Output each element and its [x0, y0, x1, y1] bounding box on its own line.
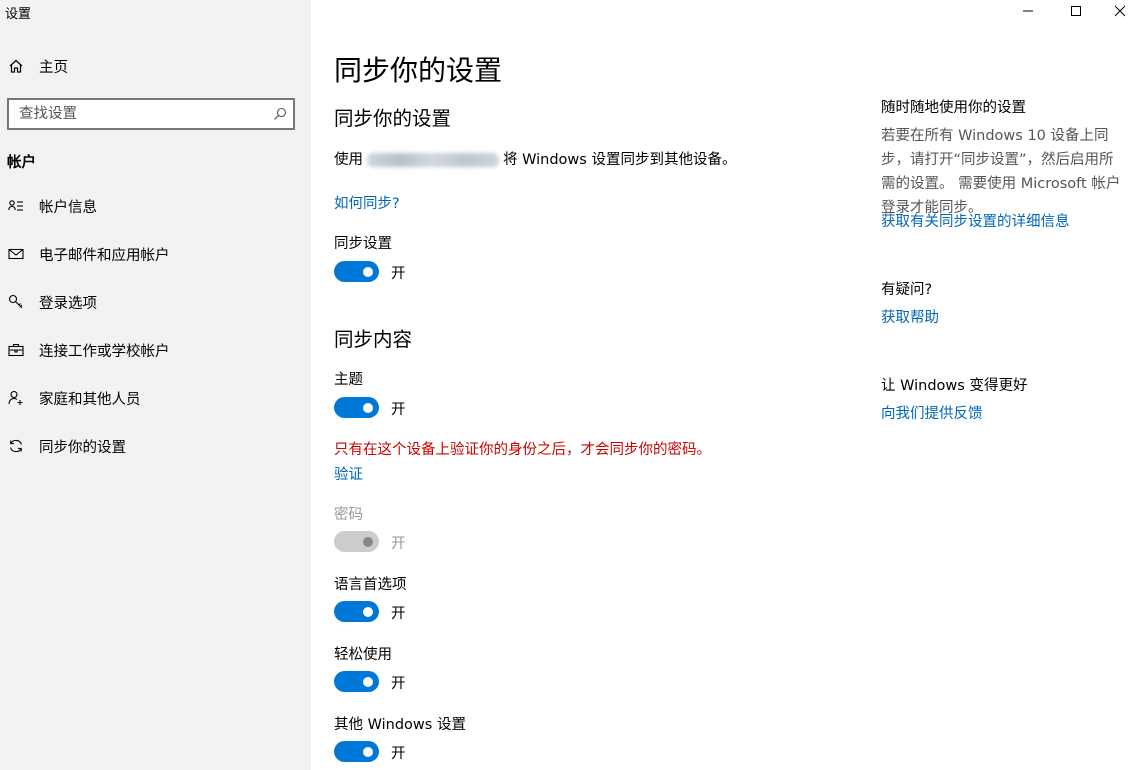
feedback-link[interactable]: 向我们提供反馈 [881, 402, 983, 423]
language-state: 开 [391, 606, 406, 622]
password-warning: 只有在这个设备上验证你的身份之后，才会同步你的密码。 [334, 442, 711, 458]
mail-icon [7, 245, 25, 263]
ease-of-access-toggle[interactable] [334, 671, 379, 692]
sync-desc-prefix: 使用 [334, 152, 363, 168]
password-toggle [334, 531, 379, 552]
sidebar-home[interactable]: 主页 [0, 48, 311, 84]
sidebar-item-family-others[interactable]: 家庭和其他人员 [0, 378, 311, 418]
ease-of-access-label: 轻松使用 [334, 647, 392, 663]
sidebar-item-label: 同步你的设置 [39, 439, 126, 456]
home-icon [7, 57, 25, 75]
sidebar-home-label: 主页 [39, 59, 68, 76]
sync-description: 使用 将 Windows 设置同步到其他设备。 [334, 148, 736, 169]
sync-setting-toggle[interactable] [334, 261, 379, 282]
sync-setting-label: 同步设置 [334, 236, 392, 252]
sidebar-item-label: 帐户信息 [39, 199, 97, 216]
other-settings-state: 开 [391, 746, 406, 762]
sync-desc-suffix: 将 Windows 设置同步到其他设备。 [503, 152, 737, 168]
toggle-knob [363, 536, 373, 547]
anywhere-title: 随时随地使用你的设置 [881, 100, 1026, 116]
blurred-email [367, 153, 499, 167]
sidebar-item-label: 电子邮件和应用帐户 [39, 247, 170, 264]
theme-state: 开 [391, 402, 406, 418]
sidebar-item-sign-in-options[interactable]: 登录选项 [0, 282, 311, 322]
anywhere-text: 若要在所有 Windows 10 设备上同步，请打开“同步设置”，然后启用所需的… [881, 128, 1121, 216]
add-person-icon [7, 389, 25, 407]
toggle-knob [363, 676, 373, 687]
toggle-knob [363, 746, 373, 757]
ease-of-access-state: 开 [391, 676, 406, 692]
account-info-icon [7, 197, 25, 215]
page-title: 同步你的设置 [334, 54, 503, 87]
sidebar-item-sync-settings[interactable]: 同步你的设置 [0, 426, 311, 466]
section-title-account: 帐户 [7, 155, 36, 171]
other-settings-toggle[interactable] [334, 741, 379, 762]
toggle-knob [363, 606, 373, 617]
get-help-link[interactable]: 获取帮助 [881, 306, 939, 327]
toggle-knob [363, 402, 373, 413]
password-label: 密码 [334, 507, 363, 523]
language-label: 语言首选项 [334, 577, 407, 593]
other-settings-label: 其他 Windows 设置 [334, 717, 466, 733]
sidebar-item-work-school[interactable]: 连接工作或学校帐户 [0, 330, 311, 370]
theme-label: 主题 [334, 372, 363, 388]
sidebar-item-account-info[interactable]: 帐户信息 [0, 186, 311, 226]
how-to-sync-link[interactable]: 如何同步? [334, 192, 400, 213]
verify-link[interactable]: 验证 [334, 463, 363, 484]
theme-toggle[interactable] [334, 397, 379, 418]
key-icon [7, 293, 25, 311]
sidebar: 设置 主页 帐户 帐户信息 电子邮件和应用帐户 登录选项 连接 [0, 0, 311, 770]
sync-details-link[interactable]: 获取有关同步设置的详细信息 [881, 210, 1070, 231]
sync-icon [7, 437, 25, 455]
search-input[interactable] [9, 100, 259, 128]
app-title: 设置 [5, 7, 32, 22]
feedback-title: 让 Windows 变得更好 [881, 378, 1028, 394]
sidebar-item-label: 家庭和其他人员 [39, 391, 141, 408]
search-box [7, 98, 295, 130]
toggle-knob [363, 266, 373, 277]
sidebar-item-label: 连接工作或学校帐户 [39, 343, 170, 360]
briefcase-icon [7, 341, 25, 359]
sync-heading: 同步你的设置 [334, 107, 452, 130]
language-toggle[interactable] [334, 601, 379, 622]
sync-setting-state: 开 [391, 266, 406, 282]
main-content: 同步你的设置 同步你的设置 使用 将 Windows 设置同步到其他设备。 如何同… [311, 0, 1136, 770]
sync-content-heading: 同步内容 [334, 328, 413, 351]
question-title: 有疑问? [881, 282, 933, 298]
search-icon[interactable] [270, 104, 290, 124]
sidebar-item-label: 登录选项 [39, 295, 97, 312]
password-state: 开 [391, 536, 406, 552]
sidebar-item-email-accounts[interactable]: 电子邮件和应用帐户 [0, 234, 311, 274]
